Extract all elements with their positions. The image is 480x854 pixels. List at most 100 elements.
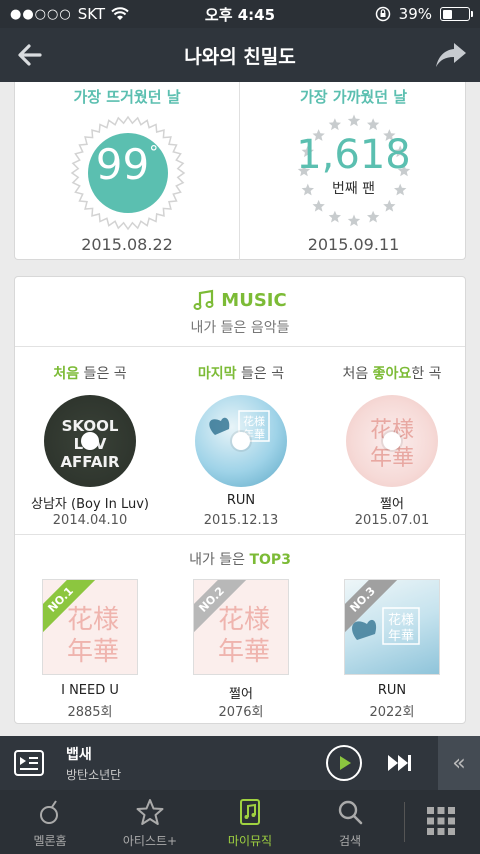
hottest-day-date: 2015.08.22 — [81, 235, 173, 254]
first-listened-heading: 처음 들은 곡 — [15, 363, 165, 383]
play-count: 2885회 — [67, 705, 113, 720]
heading-highlight: 마지막 — [197, 366, 237, 382]
star-icon — [347, 214, 361, 227]
closest-day-date: 2015.09.11 — [307, 235, 400, 254]
playlist-icon[interactable] — [14, 750, 44, 776]
star-icon — [328, 210, 341, 223]
music-history-row: 처음 들은 곡 SKOOL LUV AFFAIR 상남자 (Boy In Luv… — [15, 347, 465, 535]
svg-text:年華: 年華 — [388, 629, 414, 644]
song-title: RUN — [377, 683, 407, 698]
disc-hole — [81, 432, 99, 450]
nav-bar: 나와의 친밀도 — [0, 28, 480, 82]
last-listened-song[interactable]: 마지막 들은 곡 花様 年華 RUN 2015.12.13 — [166, 347, 316, 535]
collapse-player-button[interactable]: « — [438, 736, 480, 790]
share-icon[interactable] — [434, 39, 468, 71]
tab-search[interactable]: 검색 — [300, 790, 400, 854]
battery-percent: 39% — [398, 5, 432, 23]
music-note-icon — [240, 799, 260, 825]
song-title: 쩔어 — [229, 687, 253, 702]
song-title: RUN — [226, 493, 256, 508]
intimacy-card: 가장 뜨거웠던 날 99° 2015.08.22 가장 가까웠던 날 1,618… — [14, 82, 466, 260]
first-listened-song[interactable]: 처음 들은 곡 SKOOL LUV AFFAIR 상남자 (Boy In Luv… — [15, 347, 165, 535]
rotation-lock-icon — [375, 6, 390, 22]
mini-player[interactable]: 뱁새 방탄소년단 « — [0, 736, 480, 790]
first-liked-song[interactable]: 처음 좋아요한 곡 花様 年華 쩔어 2015.07.01 — [317, 347, 467, 535]
album-cover: 花様 年華 NO.2 — [193, 579, 289, 675]
back-arrow-icon[interactable] — [14, 39, 46, 71]
heading-text: 들은 곡 — [236, 366, 285, 382]
hottest-temperature: 99° — [15, 140, 239, 189]
closest-day-label: 가장 가까웠던 날 — [299, 88, 408, 106]
now-playing-title: 뱁새 — [66, 747, 92, 763]
hottest-day-label: 가장 뜨거웠던 날 — [73, 88, 181, 106]
status-time: 오후 4:45 — [204, 5, 276, 24]
disc-hole — [232, 432, 250, 450]
hottest-day-panel: 가장 뜨거웠던 날 99° 2015.08.22 — [15, 82, 240, 260]
tab-label: 아티스트+ — [122, 834, 178, 848]
last-listened-heading: 마지막 들은 곡 — [166, 363, 316, 383]
svg-text:花様: 花様 — [388, 612, 414, 628]
tab-label: 멜론홈 — [33, 834, 67, 848]
closest-day-panel: 가장 가까웠던 날 1,618 번째 팬 2015.09.11 — [241, 82, 466, 260]
melon-icon — [40, 800, 58, 824]
album-cover: 花様 年華 NO.3 — [344, 579, 440, 675]
play-icon — [340, 756, 351, 770]
wifi-icon — [111, 7, 129, 20]
temperature-value: 99 — [95, 140, 150, 189]
heading-text: 처음 — [342, 366, 373, 382]
song-title: 상남자 (Boy In Luv) — [30, 497, 149, 512]
star-icon — [347, 114, 361, 127]
heading-highlight: 좋아요 — [372, 366, 412, 382]
star-icon — [383, 199, 396, 212]
signal-icon: ●●○○○ — [10, 6, 72, 22]
tab-my-music[interactable]: 마이뮤직 — [200, 790, 300, 854]
song-date: 2014.04.10 — [52, 513, 128, 528]
song-title: 쩔어 — [380, 497, 404, 512]
heading-text: 들은 곡 — [79, 366, 127, 382]
svg-text:花様: 花様 — [243, 414, 265, 428]
grid-menu-icon[interactable] — [426, 806, 456, 836]
next-track-icon[interactable] — [386, 752, 414, 774]
tab-label: 검색 — [338, 834, 362, 848]
top3-item-2[interactable]: 花様 年華 NO.2 쩔어 2076회 — [166, 579, 316, 720]
play-button[interactable] — [326, 745, 362, 781]
music-card: MUSIC 내가 들은 음악들 처음 들은 곡 SKOOL LUV AFFAIR… — [14, 276, 466, 724]
star-icon — [367, 210, 380, 223]
play-count: 2022회 — [369, 705, 415, 720]
degree-symbol: ° — [149, 142, 159, 163]
album-disc: 花様 年華 — [346, 395, 438, 487]
music-header: MUSIC 내가 들은 음악들 — [15, 277, 465, 347]
tab-divider — [404, 802, 405, 842]
top3-heading: 내가 들은 TOP3 — [15, 549, 465, 569]
album-disc: 花様 年華 — [195, 395, 287, 487]
heading-text: 내가 들은 — [189, 552, 250, 568]
tab-bar: 멜론홈 아티스트+ 마이뮤직 검색 — [0, 790, 480, 854]
play-count: 2076회 — [218, 705, 264, 720]
music-section-subtitle: 내가 들은 음악들 — [190, 320, 290, 336]
svg-text:花様: 花様 — [67, 605, 119, 635]
star-icon — [312, 199, 325, 212]
page-title: 나와의 친밀도 — [184, 45, 296, 68]
heading-highlight: TOP3 — [249, 552, 291, 568]
svg-text:年華: 年華 — [218, 637, 270, 667]
album-cover: 花様 年華 NO.1 — [42, 579, 138, 675]
star-icon — [136, 799, 164, 825]
song-date: 2015.12.13 — [203, 513, 279, 528]
scroll-content[interactable]: 가장 뜨거웠던 날 99° 2015.08.22 가장 가까웠던 날 1,618… — [0, 82, 480, 736]
top3-item-3[interactable]: 花様 年華 NO.3 RUN 2022회 — [317, 579, 467, 720]
tab-melon-home[interactable]: 멜론홈 — [0, 790, 100, 854]
svg-text:年華: 年華 — [67, 637, 119, 667]
svg-text:花様: 花様 — [218, 605, 270, 635]
song-title: I NEED U — [61, 683, 119, 698]
album-disc: SKOOL LUV AFFAIR — [44, 395, 136, 487]
fan-rank-number: 1,618 — [296, 132, 411, 178]
svg-text:AFFAIR: AFFAIR — [60, 453, 120, 471]
heading-text: 한 곡 — [411, 366, 442, 382]
disc-hole — [383, 432, 401, 450]
music-note-icon — [193, 289, 214, 310]
top3-item-1[interactable]: 花様 年華 NO.1 I NEED U 2885회 — [15, 579, 165, 720]
status-bar: ●●○○○ SKT 오후 4:45 39% — [0, 0, 480, 28]
star-icon — [328, 118, 341, 131]
tab-artist-plus[interactable]: 아티스트+ — [100, 790, 200, 854]
now-playing-artist: 방탄소년단 — [66, 768, 122, 782]
